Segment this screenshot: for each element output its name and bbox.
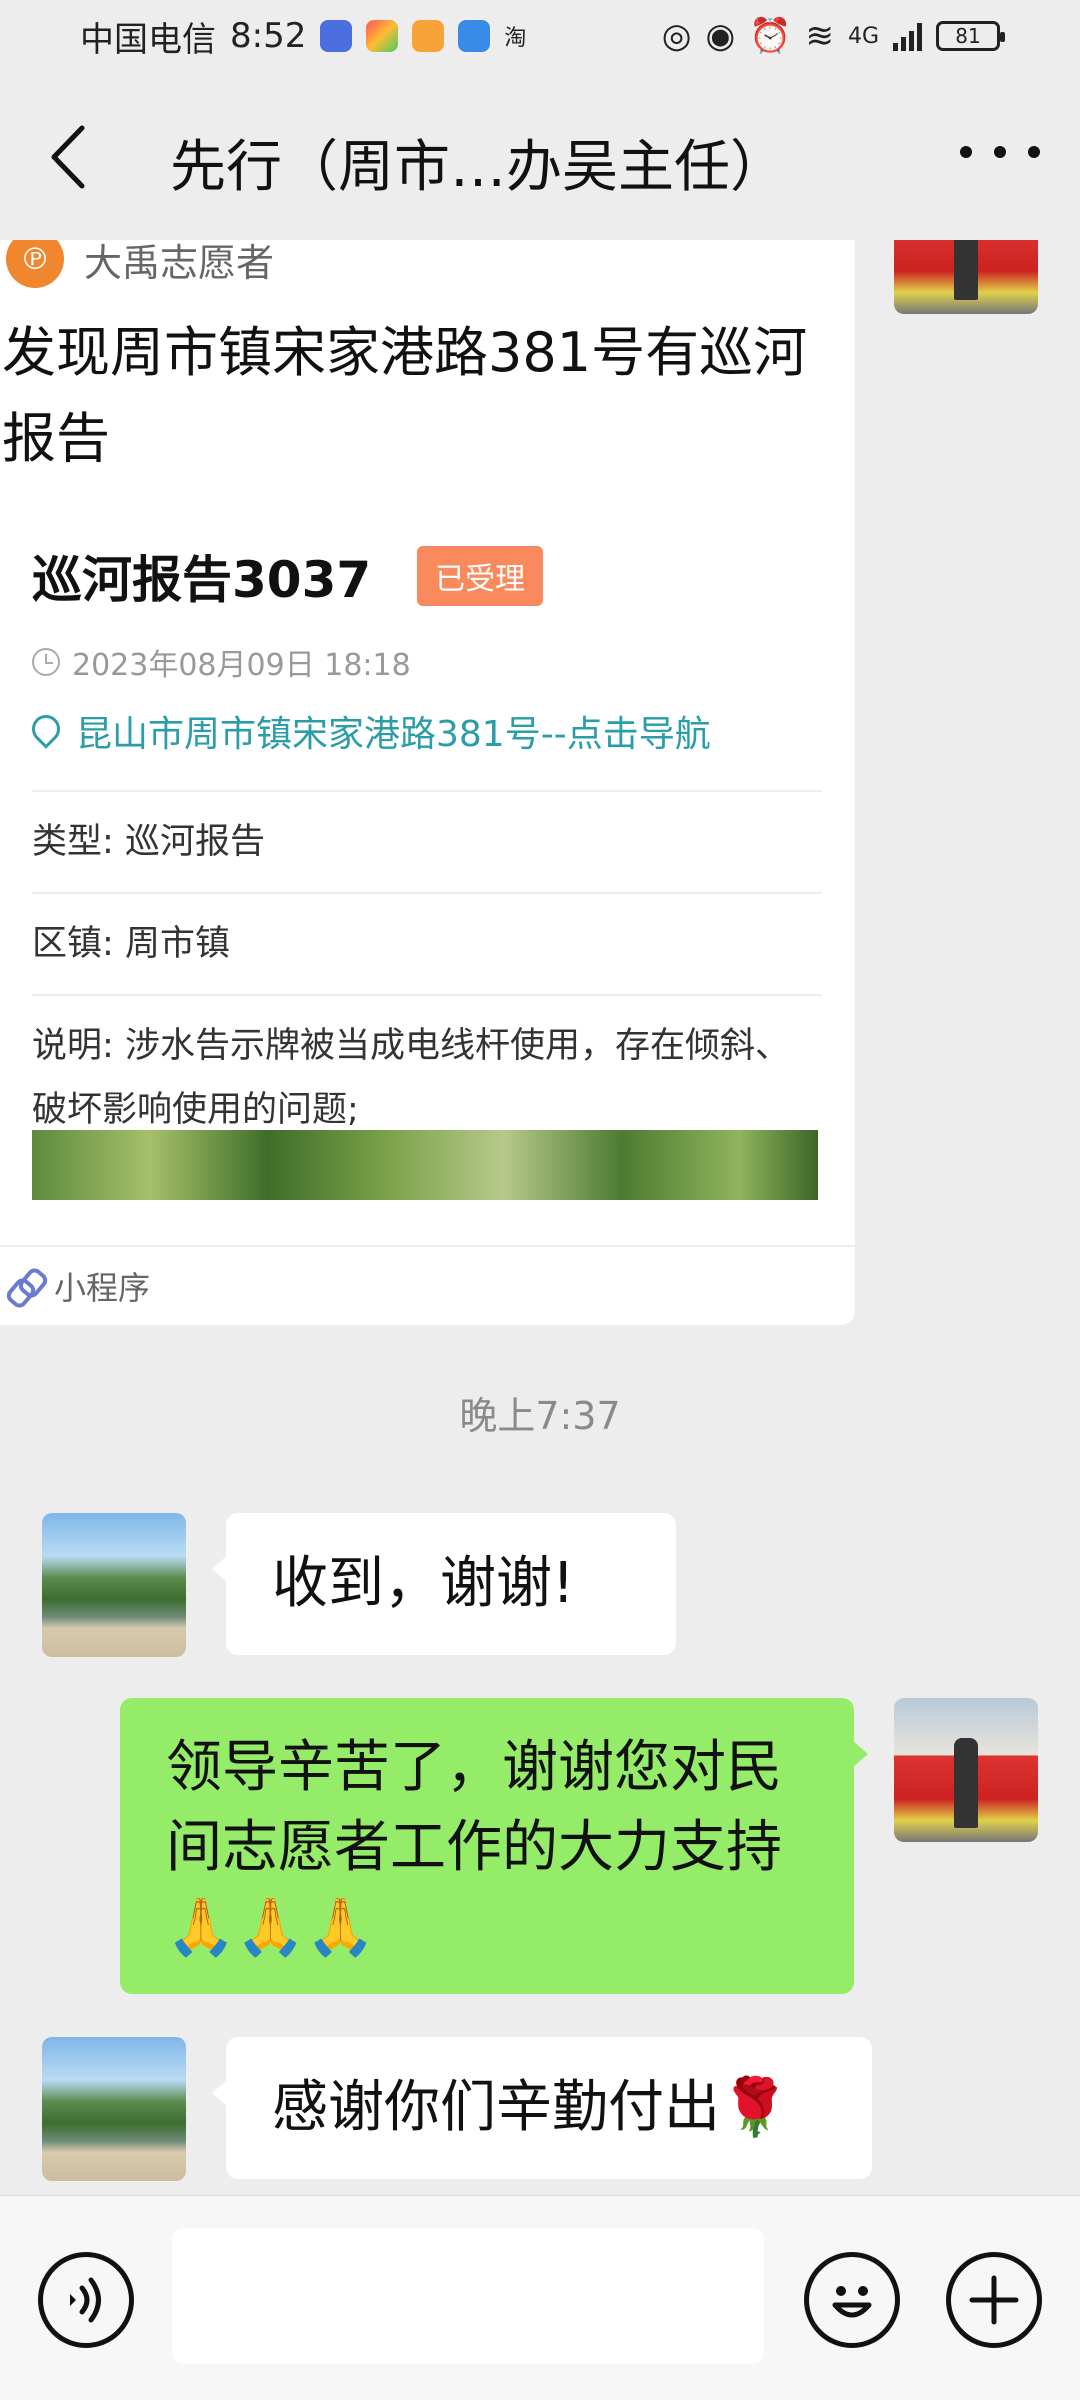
battery-icon: 81 xyxy=(936,21,1005,51)
status-right: ◎ ◉ ⏰ ≋ 4G 81 xyxy=(661,16,1005,56)
voice-button[interactable] xyxy=(38,2252,134,2348)
nfc-icon: ◎ xyxy=(661,16,692,56)
detail-value: 巡河报告 xyxy=(124,822,265,862)
message-text: 感谢你们辛勤付出 xyxy=(272,2075,720,2140)
chat-header: 先行（周市…办吴主任） xyxy=(0,72,1080,240)
notes-app-icon xyxy=(412,20,445,52)
rose-icon: 🌹 xyxy=(720,2075,790,2140)
volunteer-logo-icon: ℗ xyxy=(6,240,64,288)
clock-icon xyxy=(32,648,60,676)
message-text: 领导辛苦了，谢谢您对民间志愿者工作的大力支持 xyxy=(166,1735,782,1880)
more-dot-icon xyxy=(994,146,1006,158)
card-title: 发现周市镇宋家港路381号有巡河报告 xyxy=(2,321,808,470)
message-text: 收到，谢谢! xyxy=(272,1551,575,1616)
music-app-icon xyxy=(320,20,353,52)
detail-value: 周市镇 xyxy=(124,924,230,964)
more-functions-button[interactable] xyxy=(946,2252,1042,2348)
back-button[interactable] xyxy=(40,122,100,192)
contact-avatar[interactable] xyxy=(42,1513,186,1657)
chat-title: 先行（周市…办吴主任） xyxy=(170,135,786,200)
praying-hands-icon: 🙏🙏🙏 xyxy=(166,1895,376,1960)
detail-row: 类型: 巡河报告 xyxy=(32,790,822,892)
card-footer: 小程序 xyxy=(0,1245,855,1325)
gallery-app-icon xyxy=(366,20,399,52)
card-source-name: 大禹志愿者 xyxy=(84,240,275,285)
mini-program-label: 小程序 xyxy=(54,1269,151,1307)
clock-time: 8:52 xyxy=(230,16,307,56)
more-button[interactable] xyxy=(960,132,1040,172)
battery-level: 81 xyxy=(955,24,981,48)
report-time: 2023年08月09日 18:18 xyxy=(32,640,411,684)
more-dot-icon xyxy=(960,146,972,158)
message-input[interactable] xyxy=(172,2228,764,2364)
report-header: 巡河报告3037 已受理 xyxy=(32,540,544,612)
status-left: 中国电信 8:52 淘 xyxy=(80,12,526,61)
report-photo xyxy=(32,1130,818,1200)
report-address: 昆山市周市镇宋家港路381号--点击导航 xyxy=(76,714,711,755)
card-source: ℗ 大禹志愿者 xyxy=(6,240,274,288)
status-bar: 中国电信 8:52 淘 ◎ ◉ ⏰ ≋ 4G 81 xyxy=(0,0,1080,72)
plus-icon xyxy=(969,2275,1019,2325)
signal-icon xyxy=(893,21,922,51)
status-badge: 已受理 xyxy=(417,546,544,606)
eye-icon: ◉ xyxy=(705,16,736,56)
my-avatar[interactable] xyxy=(894,240,1038,314)
emoji-button[interactable] xyxy=(804,2252,900,2348)
input-bar xyxy=(0,2195,1080,2400)
more-dot-icon xyxy=(1028,146,1040,158)
message-bubble-in[interactable]: 收到，谢谢! xyxy=(212,1513,676,1655)
carrier-label: 中国电信 xyxy=(80,19,216,60)
voice-icon xyxy=(70,2277,101,2323)
detail-label: 说明: xyxy=(32,1026,114,1066)
my-avatar[interactable] xyxy=(894,1698,1038,1842)
smiley-icon xyxy=(832,2286,872,2318)
message-bubble-out[interactable]: 领导辛苦了，谢谢您对民间志愿者工作的大力支持 🙏🙏🙏 xyxy=(120,1698,868,1994)
wifi-icon: ≋ xyxy=(805,16,834,56)
mini-program-icon xyxy=(8,1269,42,1303)
location-pin-icon xyxy=(32,715,58,747)
alarm-icon: ⏰ xyxy=(749,16,792,56)
taobao-app-icon: 淘 xyxy=(504,26,527,51)
report-address-link[interactable]: 昆山市周市镇宋家港路381号--点击导航 xyxy=(32,705,711,757)
cloud-app-icon xyxy=(458,20,491,52)
message-list[interactable]: ℗ 大禹志愿者 发现周市镇宋家港路381号有巡河报告 巡河报告3037 已受理 … xyxy=(0,240,1080,2195)
detail-label: 区镇: xyxy=(32,924,114,964)
detail-row: 区镇: 周市镇 xyxy=(32,892,822,994)
chevron-left-icon xyxy=(51,125,85,189)
report-name: 巡河报告3037 xyxy=(32,551,372,609)
network-type-label: 4G xyxy=(847,23,879,49)
report-timestamp: 2023年08月09日 18:18 xyxy=(72,648,411,683)
mini-program-card[interactable]: ℗ 大禹志愿者 发现周市镇宋家港路381号有巡河报告 巡河报告3037 已受理 … xyxy=(0,240,855,1325)
detail-label: 类型: xyxy=(32,822,114,862)
message-bubble-in[interactable]: 感谢你们辛勤付出 🌹 xyxy=(212,2037,872,2179)
time-separator: 晚上7:37 xyxy=(459,1394,621,1438)
report-details: 类型: 巡河报告 区镇: 周市镇 说明: 涉水告示牌被当成电线杆使用，存在倾斜、… xyxy=(32,790,822,1160)
contact-avatar[interactable] xyxy=(42,2037,186,2181)
detail-value: 涉水告示牌被当成电线杆使用，存在倾斜、破坏影响使用的问题; xyxy=(32,1026,790,1130)
